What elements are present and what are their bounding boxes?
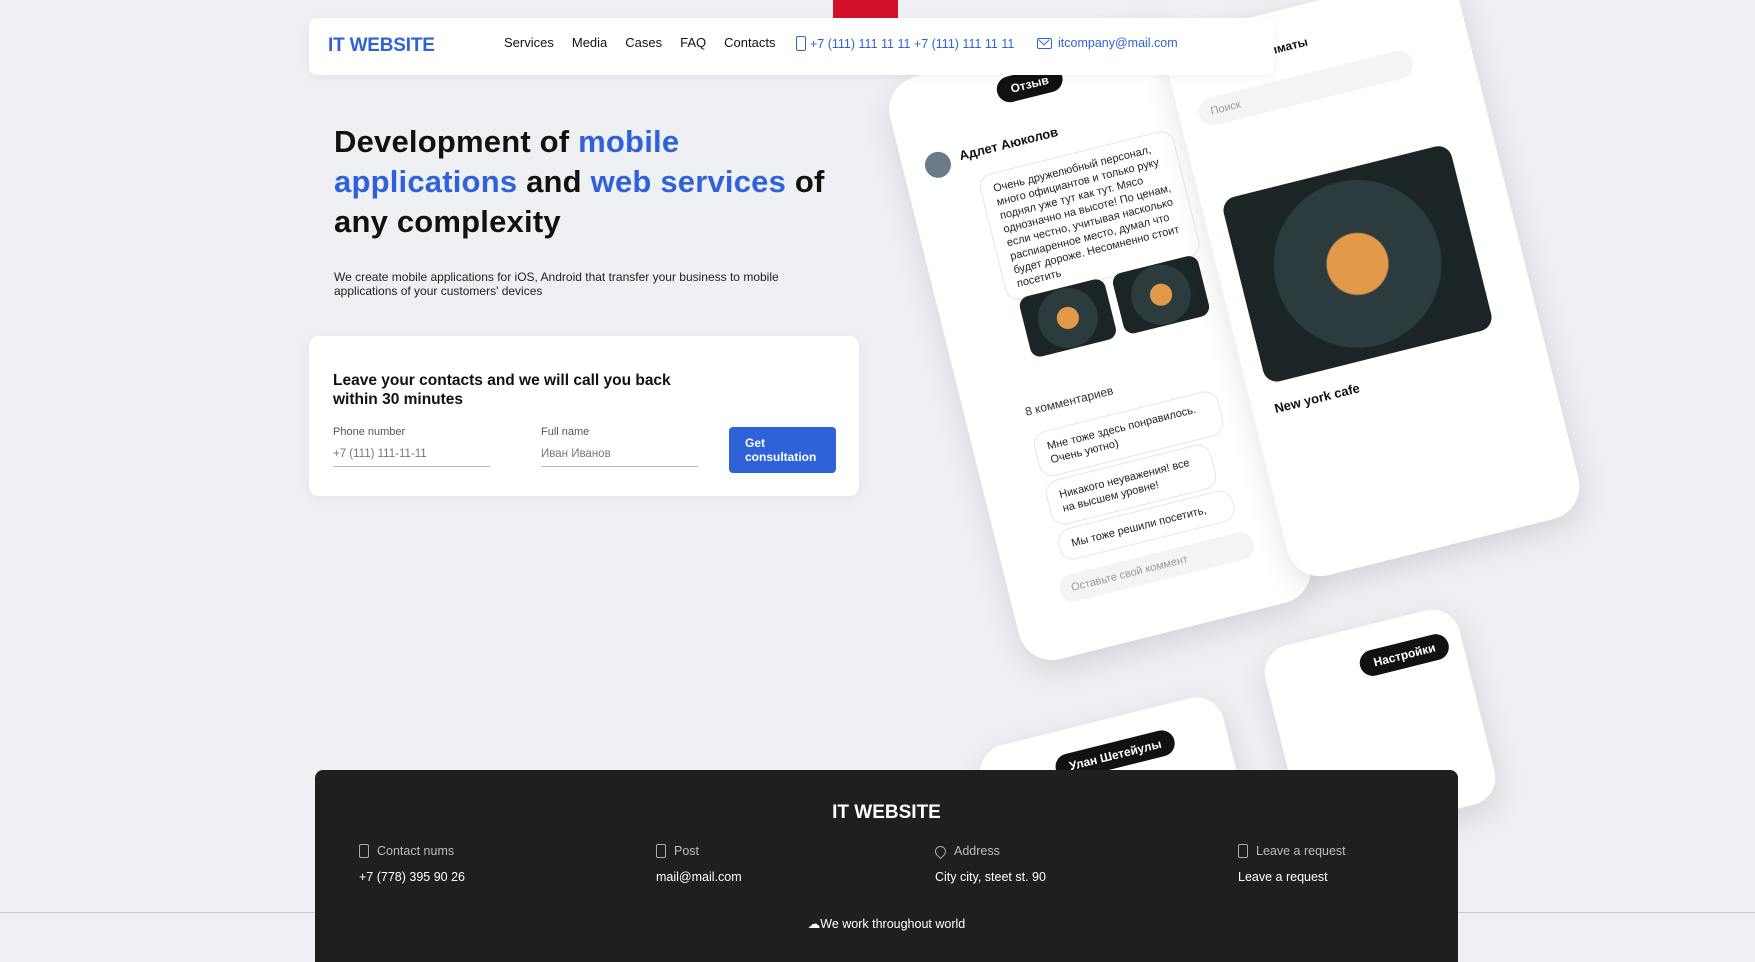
hero-title-part1: Development of xyxy=(334,124,579,159)
footer-logo: IT WEBSITE xyxy=(832,802,941,823)
footer-post: Post mail@mail.com xyxy=(656,844,742,884)
name-field: Full name Иван Иванов xyxy=(541,426,698,467)
main-nav: Services Media Cases FAQ Contacts xyxy=(504,35,775,50)
name-input[interactable]: Иван Иванов xyxy=(541,448,698,467)
comments-count: 8 комментариев xyxy=(1023,383,1115,419)
phone-icon xyxy=(656,844,666,858)
header-phones: +7 (111) 111 11 11 +7 (111) 111 11 11 xyxy=(810,36,1015,51)
hero-subtitle: We create mobile applications for iOS, A… xyxy=(334,270,779,298)
cafe-name: New york cafe xyxy=(1272,380,1362,417)
document-icon xyxy=(1238,844,1248,858)
callback-form: Leave your contacts and we will call you… xyxy=(309,336,859,496)
settings-pill: Настройки xyxy=(1357,631,1452,679)
cafe-photo xyxy=(1220,143,1495,385)
footer-address: Address City city, steet st. 90 xyxy=(932,843,1046,884)
phone-field: Phone number +7 (111) 111-11-11 xyxy=(333,426,490,467)
footer-head-post: Post xyxy=(674,844,700,858)
footer-email[interactable]: mail@mail.com xyxy=(656,870,742,884)
header-email: itcompany@mail.com xyxy=(1058,36,1178,50)
decor-red-block xyxy=(833,0,898,18)
name-label: Full name xyxy=(541,426,590,438)
phone-label: Phone number xyxy=(333,426,406,438)
nav-cases[interactable]: Cases xyxy=(625,35,662,50)
nav-media[interactable]: Media xyxy=(572,35,607,50)
footer-note-text: We work throughout world xyxy=(820,917,966,931)
nav-faq[interactable]: FAQ xyxy=(680,35,706,50)
nav-services[interactable]: Services xyxy=(504,35,554,50)
footer-phone[interactable]: +7 (778) 395 90 26 xyxy=(359,870,465,884)
footer-request-link[interactable]: Leave a request xyxy=(1238,870,1346,884)
reviewer-name: Адлет Аюколов xyxy=(957,124,1060,164)
footer-head-contact: Contact nums xyxy=(377,844,455,858)
footer-address-value: City city, steet st. 90 xyxy=(935,870,1046,884)
header-phone-link[interactable]: +7 (111) 111 11 11 +7 (111) 111 11 11 xyxy=(796,36,1014,51)
hero-title-part2: and xyxy=(517,164,591,199)
nav-contacts[interactable]: Contacts xyxy=(724,35,775,50)
phone-icon xyxy=(359,844,369,858)
get-consultation-button[interactable]: Get consultation xyxy=(729,427,836,473)
world-icon: ☁ xyxy=(807,917,821,931)
header-email-link[interactable]: itcompany@mail.com xyxy=(1037,36,1178,50)
reviewer-avatar xyxy=(922,149,954,181)
hero-title: Development of mobile applications and w… xyxy=(334,122,834,242)
footer-head-request: Leave a request xyxy=(1256,844,1346,858)
site-header: IT WEBSITE Services Media Cases FAQ Cont… xyxy=(309,18,1274,75)
location-pin-icon xyxy=(932,843,949,859)
mail-icon xyxy=(1037,37,1052,49)
phone-input[interactable]: +7 (111) 111-11-11 xyxy=(333,448,490,467)
hero-title-accent2: web services xyxy=(590,164,787,199)
phone-icon xyxy=(796,36,806,51)
site-footer: IT WEBSITE Contact nums +7 (778) 395 90 … xyxy=(315,770,1458,962)
footer-note: ☁We work throughout world xyxy=(315,916,1458,931)
site-logo[interactable]: IT WEBSITE xyxy=(328,35,435,57)
footer-contact-nums: Contact nums +7 (778) 395 90 26 xyxy=(359,844,465,884)
footer-leave-request: Leave a request Leave a request xyxy=(1238,844,1346,884)
form-title: Leave your contacts and we will call you… xyxy=(333,372,671,408)
footer-head-address: Address xyxy=(954,844,1000,858)
